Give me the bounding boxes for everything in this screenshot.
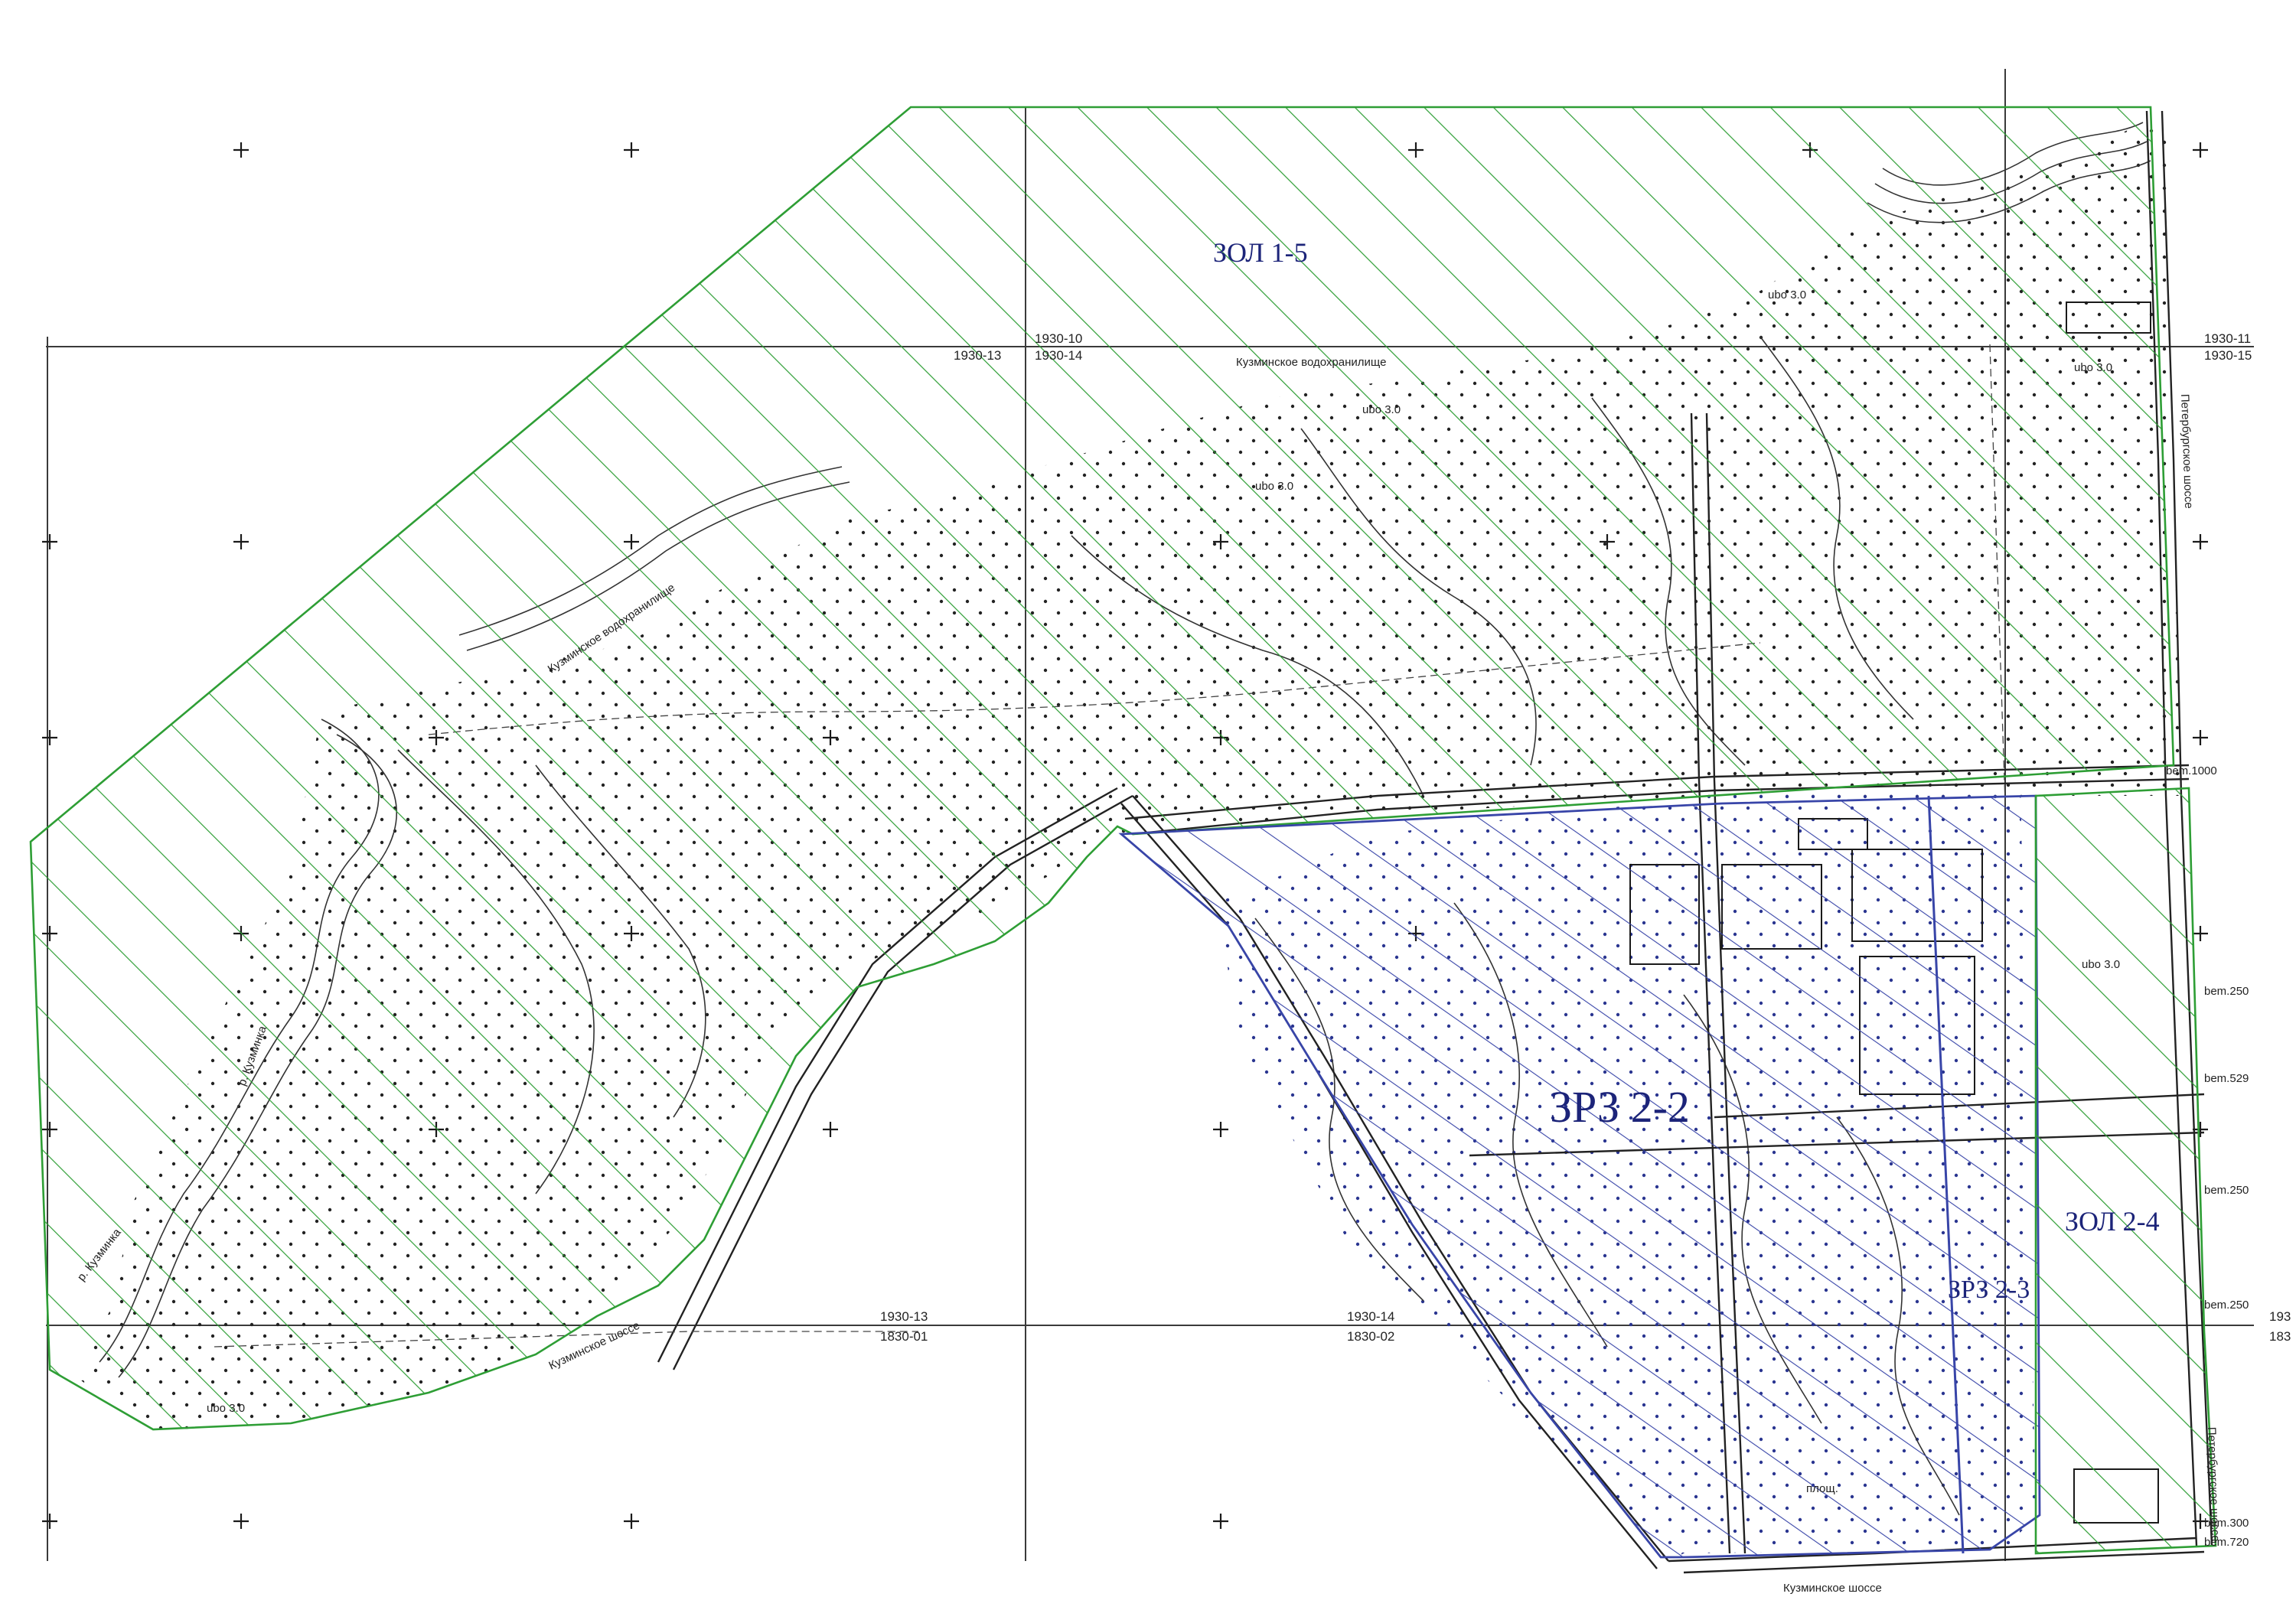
annotation-ubo: ubo 3.0 bbox=[2074, 361, 2112, 374]
annotation-bem: bem.250 bbox=[2204, 985, 2249, 998]
annotation-ubo: ubo 3.0 bbox=[1768, 288, 1806, 301]
zone-zrz-2-area bbox=[1118, 794, 2041, 1559]
annotation-ploshch: площ. bbox=[1806, 1482, 1838, 1495]
sheet-label: 1930-10 bbox=[1035, 331, 1082, 346]
sheet-label: 1930-13 bbox=[880, 1309, 928, 1324]
cadastral-zoning-map: ЗОЛ 1-5 ЗРЗ 2-2 ЗРЗ 2-3 ЗОЛ 2-4 1930-13 … bbox=[29, 69, 2291, 1595]
sheet-label: 1930-11 bbox=[2204, 331, 2251, 346]
zone-label-zol-1-5: ЗОЛ 1-5 bbox=[1213, 237, 1308, 268]
annotation-ubo: ubo 3.0 bbox=[2082, 958, 2120, 971]
annotation-ubo: ubo 3.0 bbox=[1362, 403, 1401, 416]
zone-label-zrz-2-3: ЗРЗ 2-3 bbox=[1948, 1276, 2030, 1304]
zone-label-zrz-2-2: ЗРЗ 2-2 bbox=[1550, 1082, 1690, 1132]
annotation-bem: bem.250 bbox=[2204, 1184, 2249, 1197]
sheet-label: 1930-14 bbox=[1035, 348, 1082, 363]
annotation-ubo: ubo 3.0 bbox=[207, 1402, 245, 1415]
annotation-bem: bem.250 bbox=[2204, 1299, 2249, 1312]
annotation-bem: bem.529 bbox=[2204, 1072, 2249, 1085]
sheet-label: 183 bbox=[2269, 1329, 2291, 1344]
zone-label-zol-2-4: ЗОЛ 2-4 bbox=[2065, 1206, 2160, 1237]
annotation-ubo: ubo 3.0 bbox=[1255, 480, 1293, 493]
sheet-label: 1930-13 bbox=[954, 348, 1001, 363]
annotation-bem: bem.720 bbox=[2204, 1536, 2249, 1549]
annotation-bem: bem.300 bbox=[2204, 1517, 2249, 1530]
street-label-kuzminskoye-shosse: Кузминское шоссе bbox=[1783, 1582, 1882, 1595]
annotation-bem: bem.1000 bbox=[2166, 764, 2217, 777]
street-label-petersburg-top: Петербургское шоссе bbox=[2178, 394, 2195, 509]
sheet-label: 1830-01 bbox=[880, 1329, 928, 1344]
sheet-label: 1930-14 bbox=[1347, 1309, 1394, 1324]
sheet-label: 193 bbox=[2269, 1309, 2291, 1324]
sheet-label: 1830-02 bbox=[1347, 1329, 1394, 1344]
sheet-label: 1930-15 bbox=[2204, 348, 2252, 363]
zone-zol-2-4-area bbox=[2034, 787, 2217, 1555]
water-label-kuzminskoye-small: Кузминское водохранилище bbox=[1236, 356, 1386, 369]
